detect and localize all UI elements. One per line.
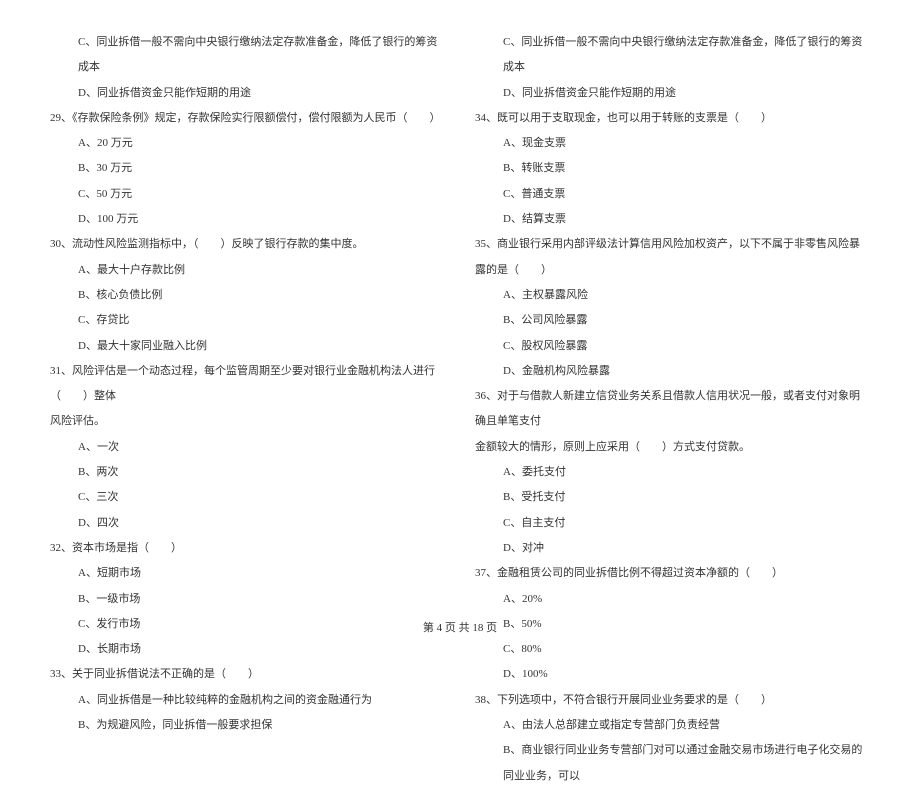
option-text: D、100%	[475, 662, 870, 687]
option-text: C、股权风险暴露	[475, 334, 870, 359]
option-text: A、同业拆借是一种比较纯粹的金融机构之间的资金融通行为	[50, 688, 445, 713]
option-text: A、一次	[50, 435, 445, 460]
option-text: B、一级市场	[50, 587, 445, 612]
question-30: 30、流动性风险监测指标中，（ ）反映了银行存款的集中度。	[50, 232, 445, 257]
option-text: D、同业拆借资金只能作短期的用途	[50, 81, 445, 106]
option-text: C、自主支付	[475, 511, 870, 536]
option-text: A、现金支票	[475, 131, 870, 156]
question-36-cont: 金额较大的情形，原则上应采用（ ）方式支付贷款。	[475, 435, 870, 460]
question-38: 38、下列选项中，不符合银行开展同业业务要求的是（ ）	[475, 688, 870, 713]
option-text: B、核心负债比例	[50, 283, 445, 308]
question-36: 36、对于与借款人新建立信贷业务关系且借款人信用状况一般，或者支付对象明确且单笔…	[475, 384, 870, 435]
option-text: A、20%	[475, 587, 870, 612]
question-31: 31、风险评估是一个动态过程，每个监管周期至少要对银行业金融机构法人进行（ ）整…	[50, 359, 445, 410]
option-text: B、公司风险暴露	[475, 308, 870, 333]
option-text: A、短期市场	[50, 561, 445, 586]
option-text: B、为规避风险，同业拆借一般要求担保	[50, 713, 445, 738]
option-text: A、委托支付	[475, 460, 870, 485]
option-text: A、20 万元	[50, 131, 445, 156]
question-33: 33、关于同业拆借说法不正确的是（ ）	[50, 662, 445, 687]
option-text: B、两次	[50, 460, 445, 485]
option-text: D、同业拆借资金只能作短期的用途	[475, 81, 870, 106]
option-text: D、最大十家同业融入比例	[50, 334, 445, 359]
question-35: 35、商业银行采用内部评级法计算信用风险加权资产，以下不属于非零售风险暴露的是（…	[475, 232, 870, 283]
option-text: A、最大十户存款比例	[50, 258, 445, 283]
option-text: D、对冲	[475, 536, 870, 561]
question-29: 29、《存款保险条例》规定，存款保险实行限额偿付，偿付限额为人民币（ ）	[50, 106, 445, 131]
option-text: C、同业拆借一般不需向中央银行缴纳法定存款准备金，降低了银行的筹资成本	[50, 30, 445, 81]
question-32: 32、资本市场是指（ ）	[50, 536, 445, 561]
option-text: D、100 万元	[50, 207, 445, 232]
option-text: D、结算支票	[475, 207, 870, 232]
page-footer: 第 4 页 共 18 页	[0, 619, 920, 635]
option-text: A、主权暴露风险	[475, 283, 870, 308]
question-31-cont: 风险评估。	[50, 409, 445, 434]
right-column: C、同业拆借一般不需向中央银行缴纳法定存款准备金，降低了银行的筹资成本 D、同业…	[475, 30, 870, 789]
option-text: B、受托支付	[475, 485, 870, 510]
option-text: D、金融机构风险暴露	[475, 359, 870, 384]
option-text: D、四次	[50, 511, 445, 536]
option-text: C、三次	[50, 485, 445, 510]
left-column: C、同业拆借一般不需向中央银行缴纳法定存款准备金，降低了银行的筹资成本 D、同业…	[50, 30, 445, 789]
option-text: C、普通支票	[475, 182, 870, 207]
option-text: B、30 万元	[50, 156, 445, 181]
option-text: C、存贷比	[50, 308, 445, 333]
option-text: A、由法人总部建立或指定专营部门负责经营	[475, 713, 870, 738]
option-text: C、50 万元	[50, 182, 445, 207]
option-text: B、转账支票	[475, 156, 870, 181]
option-text: C、同业拆借一般不需向中央银行缴纳法定存款准备金，降低了银行的筹资成本	[475, 30, 870, 81]
option-text: B、商业银行同业业务专营部门对可以通过金融交易市场进行电子化交易的同业业务，可以	[475, 738, 870, 789]
question-34: 34、既可以用于支取现金，也可以用于转账的支票是（ ）	[475, 106, 870, 131]
question-37: 37、金融租赁公司的同业拆借比例不得超过资本净额的（ ）	[475, 561, 870, 586]
